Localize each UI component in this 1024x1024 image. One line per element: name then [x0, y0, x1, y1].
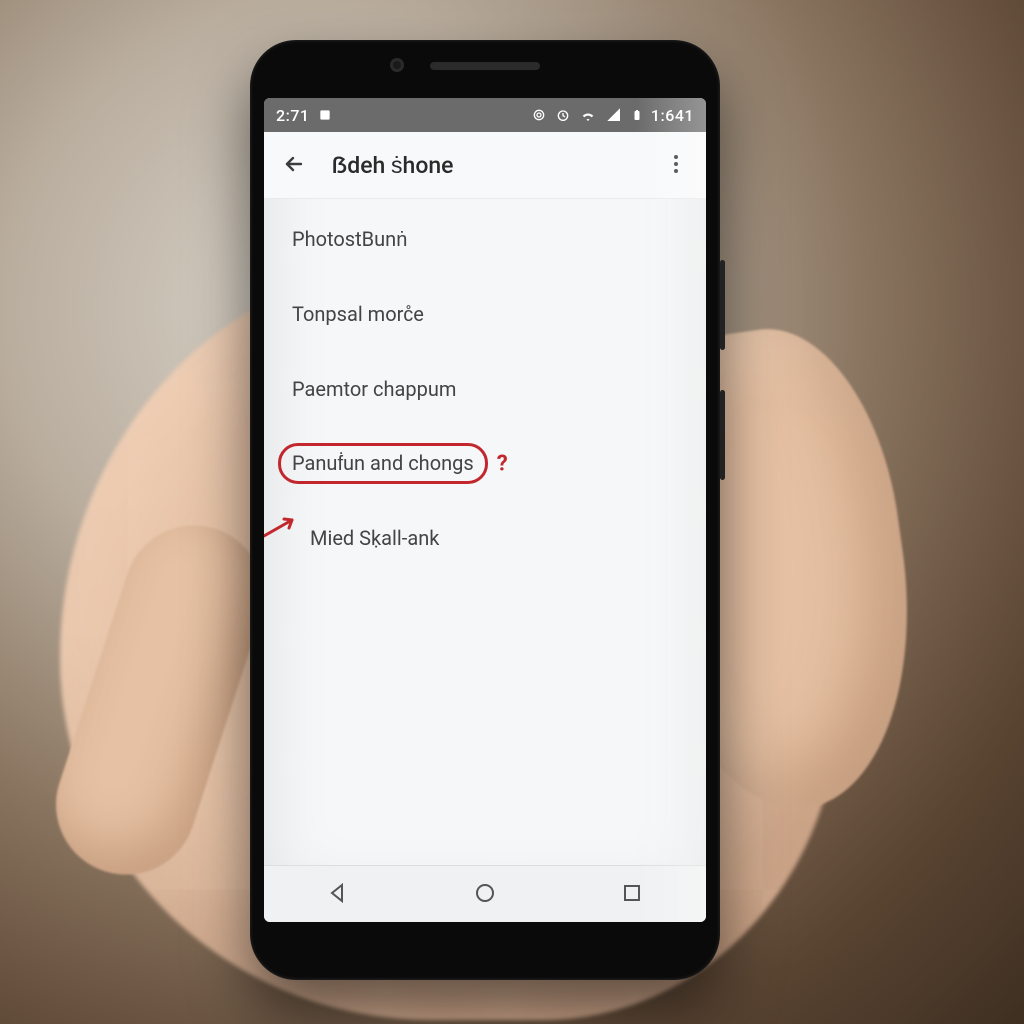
screen: 2:71 [264, 98, 706, 922]
status-time-left: 2:71 [276, 106, 310, 125]
list-item[interactable]: PhotostBunṅ [264, 205, 706, 274]
list-item[interactable]: Panuḟun and chongs ? [264, 429, 706, 498]
nav-home-button[interactable] [450, 874, 520, 914]
annotation-question-mark: ? [497, 451, 508, 476]
battery-icon [631, 106, 643, 124]
nav-recents-button[interactable] [597, 874, 667, 914]
wifi-icon [579, 106, 597, 124]
nav-back-button[interactable] [303, 874, 373, 914]
list-item-label: Paemtor chappum [292, 377, 456, 401]
nfc-icon [531, 107, 547, 123]
phone-speaker [430, 62, 540, 70]
list-item-label: Panuḟun and chongs [292, 451, 474, 475]
status-time-right: 1:641 [651, 106, 694, 125]
arrow-left-icon [282, 152, 306, 179]
alarm-icon [555, 107, 571, 123]
triangle-back-icon [326, 881, 350, 908]
more-vert-icon [664, 152, 688, 179]
square-recents-icon [620, 881, 644, 908]
overflow-menu-button[interactable] [656, 145, 696, 185]
annotation-arrow-icon [264, 508, 302, 545]
circle-home-icon [473, 881, 497, 908]
phone-body: 2:71 [250, 40, 720, 980]
front-camera [390, 58, 404, 72]
list-item-label: Mied Sḳall-ank [310, 526, 439, 550]
settings-list: PhotostBunṅ Tonpsal morc̊e Paemtor chapp… [264, 199, 706, 865]
notification-icon [318, 108, 332, 122]
list-item[interactable]: Tonpsal morc̊e [264, 280, 706, 349]
list-item-label: Tonpsal morc̊e [292, 302, 424, 326]
app-header: ẞdeh ṡhone [264, 132, 706, 199]
page-title: ẞdeh ṡhone [332, 152, 638, 179]
system-nav-bar [264, 865, 706, 922]
list-item[interactable]: Mied Sḳall-ank [264, 504, 706, 572]
list-item-label: PhotostBunṅ [292, 227, 407, 251]
list-item[interactable]: Paemtor chappum [264, 355, 706, 423]
signal-icon [605, 106, 623, 124]
back-button[interactable] [274, 145, 314, 185]
status-bar: 2:71 [264, 98, 706, 132]
